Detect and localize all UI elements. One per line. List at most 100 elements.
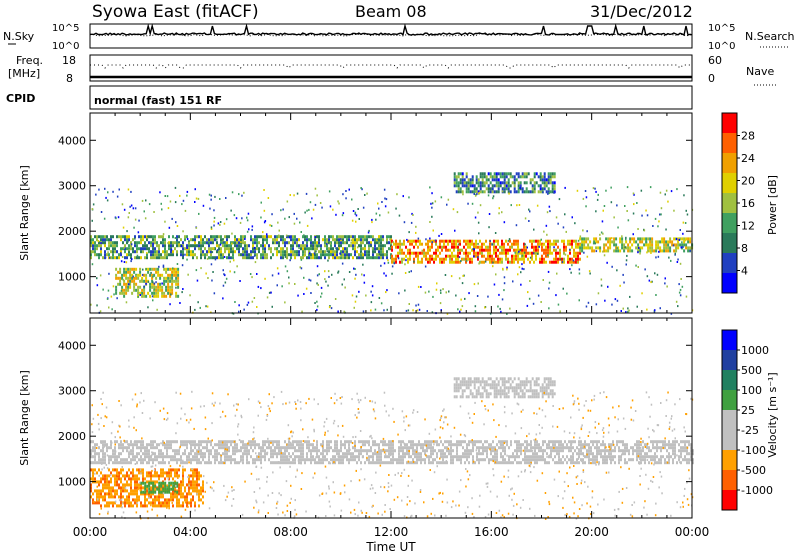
echo-cell-band-0 [92,440,94,444]
scatter-cell [253,297,256,299]
scatter-cell [607,285,609,288]
echo-cell-band-2 [132,468,134,472]
echo-cell-band-3 [549,172,552,176]
echo-cell-band-0 [186,253,188,257]
scatter-cell [231,191,234,194]
scatter-cell [239,221,242,224]
echo-cell-band-0 [638,440,640,444]
echo-cell-band-0 [504,461,506,465]
echo-cell-band-0 [342,250,344,254]
echo-cell-band-0 [276,250,278,254]
scatter-cell [216,249,219,252]
echo-cell-band-0 [382,256,384,260]
echo-cell-band-3 [533,184,536,188]
echo-cell-band-0 [418,443,420,447]
scatter-cell [200,267,202,270]
scatter-cell [276,247,279,250]
echo-cell-band-0 [450,443,452,447]
scatter-cell [127,188,130,191]
echo-cell-band-0 [364,238,366,242]
echo-cell-band-2 [619,240,622,244]
echo-cell-band-0 [112,247,114,251]
echo-cell-band-0 [398,461,400,465]
echo-cell-band-2 [629,249,632,253]
echo-cell-band-1 [471,260,473,264]
echo-cell-band-0 [362,256,364,260]
echo-cell-band-0 [166,250,168,254]
echo-cell-band-1 [475,389,478,393]
echo-cell-band-0 [256,235,258,239]
echo-cell-band-0 [672,443,674,447]
echo-cell-band-0 [636,446,638,450]
echo-cell-band-1 [513,254,515,258]
echo-cell-band-4 [149,282,152,286]
echo-cell-band-0 [280,235,282,239]
echo-cell-band-4 [137,276,140,280]
echo-cell-band-2 [92,477,94,481]
echo-cell-band-0 [286,449,288,453]
echo-cell-band-1 [481,260,483,264]
echo-cell-band-1 [489,386,492,390]
echo-cell-band-0 [494,452,496,456]
echo-cell-band-4 [123,288,126,292]
scatter-cell [269,224,271,227]
scatter-cell [181,203,183,206]
echo-cell-band-1 [525,383,528,387]
echo-cell-band-0 [254,235,256,239]
echo-cell-band-1 [459,386,462,390]
echo-cell-band-1 [499,251,501,255]
echo-cell-band-0 [200,449,202,453]
echo-cell-band-1 [479,395,482,399]
echo-cell-band-3 [485,181,488,185]
echo-cell-band-0 [368,235,370,239]
echo-cell-band-0 [588,461,590,465]
echo-cell-band-2 [609,243,612,247]
scatter-cell [128,283,130,286]
echo-cell-band-4 [133,288,136,292]
scatter-cell [603,205,606,207]
echo-cell-band-0 [150,241,152,245]
echo-cell-band-0 [234,235,236,239]
scatter-cell [263,189,265,191]
echo-cell-band-3 [459,178,462,182]
scatter-cell [637,251,639,254]
echo-cell-band-2 [98,501,100,505]
scatter-cell [182,199,185,202]
echo-cell-band-0 [336,241,338,245]
echo-cell-band-0 [292,247,294,251]
echo-cell-band-1 [407,257,409,261]
echo-cell-band-1 [549,248,551,252]
echo-cell-band-2 [148,474,150,478]
echo-cell-band-1 [497,392,500,396]
echo-cell-band-1 [497,383,500,387]
echo-cell-band-0 [98,461,100,465]
echo-cell-band-3 [535,172,538,176]
echo-cell-band-1 [535,380,538,384]
echo-cell-band-1 [537,377,540,381]
echo-cell-band-3 [513,187,516,191]
echo-cell-band-0 [276,446,278,450]
scatter-cell [104,256,107,259]
scatter-cell [595,190,597,193]
echo-cell-band-0 [616,440,618,444]
echo-cell-band-0 [100,458,102,462]
echo-cell-band-2 [589,246,592,250]
echo-cell-band-0 [94,253,96,257]
echo-cell-band-0 [310,455,312,459]
scatter-cell [499,307,501,310]
echo-cell-band-2 [112,468,114,472]
echo-cell-band-1 [483,380,486,384]
echo-cell-band-2 [631,237,634,241]
echo-cell-band-3 [487,184,490,188]
echo-cell-band-0 [636,449,638,453]
echo-cell-band-0 [464,449,466,453]
echo-cell-band-0 [246,247,248,251]
echo-cell-band-0 [104,238,106,242]
scatter-cell [365,294,367,297]
echo-cell-band-1 [419,242,421,246]
echo-cell-band-0 [244,250,246,254]
echo-cell-band-1 [519,380,522,384]
scatter-cell [632,233,634,236]
echo-cell-band-0 [384,443,386,447]
echo-cell-band-0 [234,449,236,453]
